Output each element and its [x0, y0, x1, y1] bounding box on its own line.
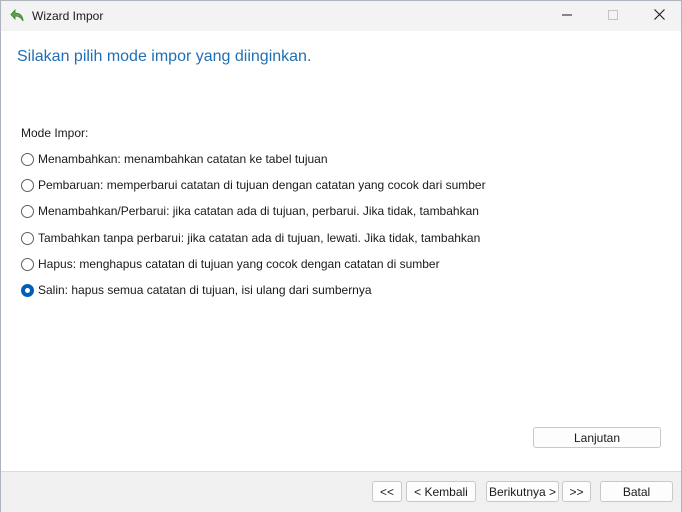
- radio-label: Menambahkan/Perbarui: jika catatan ada d…: [38, 204, 479, 218]
- import-mode-label: Mode Impor:: [21, 126, 89, 140]
- radio-button[interactable]: [21, 152, 34, 166]
- radio-button[interactable]: [21, 178, 34, 192]
- close-icon: [653, 9, 665, 23]
- radio-button[interactable]: [21, 204, 34, 218]
- minimize-button[interactable]: [544, 1, 590, 31]
- radio-option-append[interactable]: Menambahkan: menambahkan catatan ke tabe…: [21, 150, 328, 168]
- radio-label: Menambahkan: menambahkan catatan ke tabe…: [38, 152, 328, 166]
- wizard-footer: << < Kembali Berikutnya > >> Batal: [1, 471, 681, 512]
- advanced-button[interactable]: Lanjutan: [533, 427, 661, 448]
- last-page-button[interactable]: >>: [562, 481, 591, 502]
- radio-label: Pembaruan: memperbarui catatan di tujuan…: [38, 178, 486, 192]
- radio-option-update[interactable]: Pembaruan: memperbarui catatan di tujuan…: [21, 176, 486, 194]
- radio-button-selected[interactable]: [21, 283, 34, 297]
- back-button[interactable]: < Kembali: [406, 481, 476, 502]
- first-page-button[interactable]: <<: [372, 481, 402, 502]
- radio-label: Hapus: menghapus catatan di tujuan yang …: [38, 257, 440, 271]
- radio-option-append-update[interactable]: Menambahkan/Perbarui: jika catatan ada d…: [21, 202, 479, 220]
- close-button[interactable]: [636, 1, 682, 31]
- radio-button[interactable]: [21, 231, 34, 245]
- minimize-icon: [562, 9, 572, 23]
- next-button[interactable]: Berikutnya >: [486, 481, 559, 502]
- cancel-button[interactable]: Batal: [600, 481, 673, 502]
- title-bar[interactable]: Wizard Impor: [1, 1, 681, 31]
- wizard-window: Wizard Impor Silakan pilih mode impor ya…: [0, 0, 682, 512]
- radio-option-copy[interactable]: Salin: hapus semua catatan di tujuan, is…: [21, 281, 372, 299]
- window-title: Wizard Impor: [32, 9, 104, 23]
- radio-label: Salin: hapus semua catatan di tujuan, is…: [38, 283, 372, 297]
- radio-button[interactable]: [21, 257, 34, 271]
- maximize-button[interactable]: [590, 1, 636, 31]
- radio-option-delete[interactable]: Hapus: menghapus catatan di tujuan yang …: [21, 255, 440, 273]
- page-heading: Silakan pilih mode impor yang diinginkan…: [17, 48, 312, 65]
- radio-label: Tambahkan tanpa perbarui: jika catatan a…: [38, 231, 481, 245]
- wizard-arrow-icon: [10, 8, 26, 24]
- maximize-icon: [608, 9, 618, 23]
- wizard-content: Silakan pilih mode impor yang diinginkan…: [1, 31, 681, 471]
- radio-option-append-no-update[interactable]: Tambahkan tanpa perbarui: jika catatan a…: [21, 229, 480, 247]
